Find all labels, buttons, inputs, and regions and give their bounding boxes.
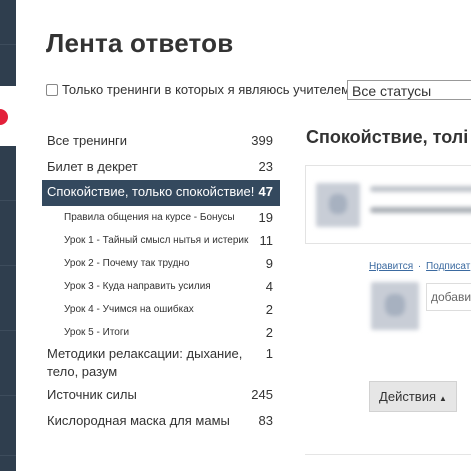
training-item[interactable]: Методики релаксации: дыхание, тело, разу… [42, 344, 280, 382]
actions-label: Действия [379, 389, 437, 404]
training-item-count: 245 [251, 387, 273, 402]
sidebar-divider [0, 265, 16, 266]
sidebar-divider [0, 455, 16, 456]
training-item[interactable]: Все тренинги 399 [42, 128, 280, 154]
teacher-filter-label: Только тренинги в которых я являюсь учит… [62, 82, 351, 97]
training-item-label: Урок 1 - Тайный смысл нытья и истерик [64, 235, 249, 246]
training-item[interactable]: Спокойствие, только спокойствие! 47 [42, 180, 280, 206]
reply-input[interactable]: добави [426, 283, 471, 311]
answer-card [305, 165, 471, 244]
training-item-count: 23 [258, 159, 273, 174]
status-select[interactable]: Все статусы [347, 80, 471, 100]
training-item-count: 1 [265, 346, 273, 361]
lesson-item[interactable]: Урок 3 - Куда направить усилия 4 [42, 275, 280, 298]
training-item-count: 399 [251, 133, 273, 148]
training-item-label: Урок 5 - Итоги [64, 327, 130, 338]
training-item-count: 11 [259, 233, 274, 248]
lesson-item[interactable]: Урок 2 - Почему так трудно 9 [42, 252, 280, 275]
lesson-item[interactable]: Правила общения на курсе - Бонусы 19 [42, 206, 280, 229]
sidebar-divider [0, 330, 16, 331]
training-item-count: 4 [265, 279, 273, 294]
training-item-count: 2 [265, 325, 273, 340]
comment-links: Нравится · Подписат [369, 261, 470, 272]
training-item-label: Все тренинги [47, 133, 128, 148]
link-separator: · [417, 261, 422, 272]
training-item-label: Методики релаксации: дыхание, тело, разу… [47, 346, 243, 379]
training-item[interactable]: Источник силы 245 [42, 382, 280, 408]
training-item-count: 2 [265, 302, 273, 317]
training-item-count: 83 [258, 413, 273, 428]
blurred-text [370, 186, 471, 192]
sidebar-divider [0, 395, 16, 396]
subscribe-link[interactable]: Подписат [426, 261, 470, 272]
training-item[interactable]: Билет в декрет 23 [42, 154, 280, 180]
training-item-label: Урок 4 - Учимся на ошибках [64, 304, 194, 315]
page-title: Лента ответов [46, 28, 234, 58]
training-item-label: Урок 2 - Почему так трудно [64, 258, 190, 269]
training-item-label: Правила общения на курсе - Бонусы [64, 212, 235, 223]
training-title: Спокойствие, толі [306, 127, 469, 147]
sidebar-divider [0, 200, 16, 201]
training-item-label: Спокойствие, только спокойствие! [47, 184, 255, 199]
training-item-count: 19 [258, 210, 273, 225]
caret-icon: ▲ [439, 394, 447, 403]
training-item-label: Кислородная маска для мамы [47, 413, 230, 428]
lesson-item[interactable]: Урок 1 - Тайный смысл нытья и истерик 11 [42, 229, 280, 252]
training-item-count: 9 [265, 256, 273, 271]
training-list: Все тренинги 399 Билет в декрет 23 Спокойств… [42, 128, 280, 434]
sidebar-divider [0, 44, 16, 45]
training-item-label: Билет в декрет [47, 159, 138, 174]
lesson-item[interactable]: Урок 4 - Учимся на ошибках 2 [42, 298, 280, 321]
comment-avatar [371, 282, 419, 330]
training-item-count: 47 [258, 184, 273, 199]
user-avatar [316, 183, 360, 227]
training-item-label: Урок 3 - Куда направить усилия [64, 281, 211, 292]
training-item[interactable]: Кислородная маска для мамы 83 [42, 408, 280, 434]
app-sidebar [0, 0, 16, 471]
divider [305, 454, 471, 455]
actions-button[interactable]: Действия ▲ [369, 381, 457, 412]
training-item-label: Источник силы [47, 387, 137, 402]
like-link[interactable]: Нравится [369, 261, 413, 272]
teacher-filter[interactable]: Только тренинги в которых я являюсь учит… [46, 82, 350, 97]
lesson-item[interactable]: Урок 5 - Итоги 2 [42, 321, 280, 344]
teacher-filter-checkbox[interactable] [46, 83, 58, 96]
blurred-name [370, 207, 471, 213]
